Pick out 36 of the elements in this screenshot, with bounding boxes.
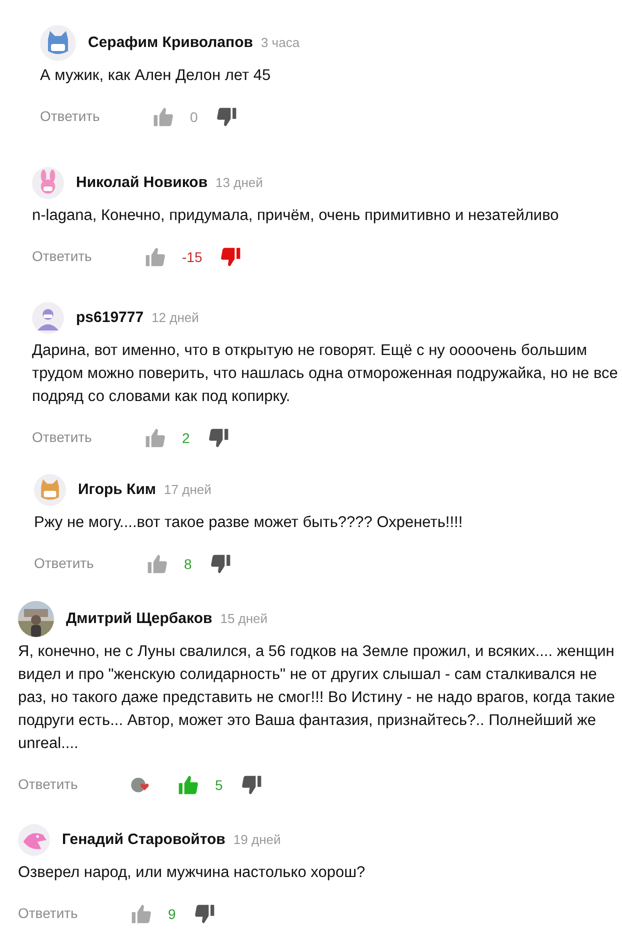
thumbs-up-icon[interactable] — [177, 774, 199, 796]
comment-time: 3 часа — [260, 34, 300, 52]
comment-text: Озверел народ, или мужчина настолько хорош? — [18, 863, 366, 883]
vote-count: 9 — [168, 904, 176, 924]
thumbs-up-icon[interactable] — [130, 903, 152, 925]
comment-time: 12 дней — [152, 309, 199, 328]
comment-text: Дарина, вот именно, что в открытую не говорят. Ещё с ну оооочень большим трудом можно поверить, что нашлась одна отмороженная подружайка, но не все подряд со словами как под копирку. — [32, 341, 618, 407]
thumbs-down-icon[interactable] — [208, 427, 230, 449]
comment-text: n-lagana, Конечно, придумала, причём, очень примитивно и незатейливо — [32, 206, 560, 226]
comment-text: Ржу не могу....вот такое разве может быть???? Охренеть!!!! — [34, 513, 464, 533]
comment-text: Я, конечно, не с Луны свалился, а 56 годков на Земле прожил, и всяких.... женщин видел и про "женскую солидарность" не от других слышал - сам сталкивался не раз, но такого даже представить не смог!!! Во Истину - не надо врагов, когда такие подруги есть... Автор, может это Ваша фантазия, признайтесь?.. Полнейший же unreal.... — [18, 642, 616, 754]
author-name[interactable]: ps619777 — [76, 306, 144, 330]
thumbs-up-icon[interactable] — [144, 246, 166, 268]
author-name[interactable]: Дмитрий Щербаков — [66, 608, 212, 630]
vote-count: 5 — [215, 776, 223, 794]
thumbs-down-icon[interactable] — [216, 106, 238, 128]
author-name[interactable]: Игорь Ким — [78, 478, 156, 502]
thumbs-down-icon[interactable] — [210, 553, 232, 575]
author-name[interactable]: Николай Новиков — [76, 172, 208, 194]
comment-time: 17 дней — [164, 481, 212, 500]
thumbs-down-icon[interactable] — [194, 903, 216, 925]
thumbs-up-icon[interactable] — [144, 427, 166, 449]
author-name[interactable]: Серафим Криволапов — [88, 32, 253, 54]
vote-count: 2 — [182, 428, 190, 448]
thumbs-down-icon[interactable] — [240, 774, 263, 796]
comment-time: 19 дней — [233, 831, 281, 850]
comment-time: 13 дней — [216, 174, 263, 192]
thumbs-down-icon[interactable] — [220, 246, 242, 268]
vote-count: -15 — [182, 248, 202, 266]
vote-count: 0 — [190, 108, 198, 126]
vote-count: 8 — [184, 554, 192, 574]
thumbs-up-icon[interactable] — [146, 553, 168, 575]
author-name[interactable]: Генадий Старовойтов — [62, 828, 226, 852]
comment-time: 15 дней — [220, 610, 268, 628]
comment-text: А мужик, как Ален Делон лет 45 — [40, 66, 272, 86]
thumbs-up-icon[interactable] — [152, 106, 174, 128]
